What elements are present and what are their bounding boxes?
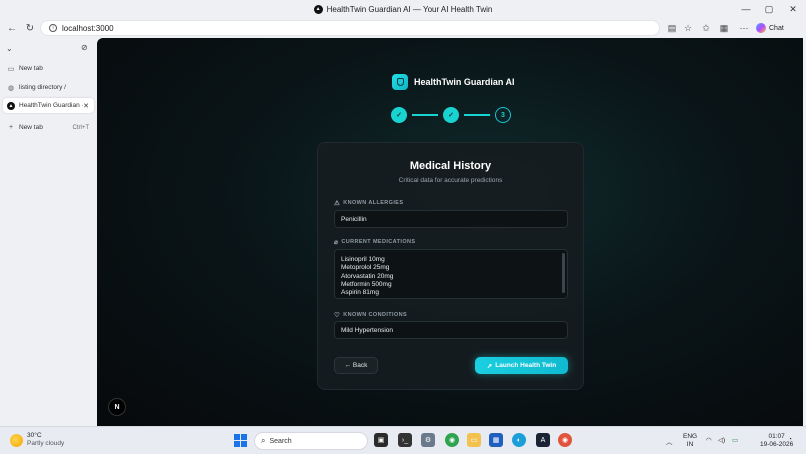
lang-region: IN (686, 441, 694, 448)
lang-code: ENG (683, 433, 698, 440)
copilot-chat-button[interactable]: Chat (756, 21, 784, 35)
maximize-button[interactable]: ▢ (757, 0, 781, 18)
ai-app-icon[interactable]: A (536, 433, 550, 447)
brand-name: HealthTwin Guardian AI (414, 77, 515, 87)
copilot-icon (756, 23, 766, 33)
wifi-icon[interactable]: ◠ (706, 436, 712, 444)
settings-gear-icon[interactable]: ⚙ (421, 433, 435, 447)
chat-label: Chat (769, 24, 784, 32)
close-window-button[interactable]: ✕ (781, 0, 805, 18)
edge-browser-icon[interactable]: ◐ (512, 433, 526, 447)
medication-line: Aspirin 81mg (341, 289, 379, 297)
language-indicator[interactable]: ENG IN (683, 433, 697, 449)
app-favicon-icon: ▲ (7, 101, 15, 110)
step-2-check-icon: ✓ (443, 107, 459, 123)
textarea-scrollbar[interactable] (562, 253, 565, 293)
step-connector (412, 114, 438, 116)
minimize-button[interactable]: — (734, 0, 758, 18)
window-title-bar: ▲ HealthTwin Guardian AI — Your AI Healt… (0, 0, 806, 18)
allergies-label-text: KNOWN ALLERGIES (343, 200, 404, 206)
chevron-down-icon[interactable]: ⌄ (6, 44, 13, 53)
task-view-icon[interactable]: ▣ (374, 433, 388, 447)
medical-history-card: Medical History Critical data for accura… (317, 142, 584, 390)
conditions-input[interactable]: Mild Hypertension (334, 321, 568, 339)
shield-icon (392, 74, 408, 90)
medications-label-text: CURRENT MEDICATIONS (341, 239, 416, 245)
vertical-tabs-sidebar: ⌄ ⊘ ▭ New tab ◍ listing directory / ▲ He… (0, 38, 97, 426)
weather-condition: Partly cloudy (27, 440, 65, 447)
nextjs-dev-badge[interactable]: N (108, 398, 126, 416)
favorite-star-icon[interactable]: ☆ (680, 20, 696, 36)
medication-line: Atorvastatin 20mg (341, 272, 394, 280)
medications-label: ⌀ CURRENT MEDICATIONS (334, 238, 415, 246)
globe-icon: ◍ (7, 84, 15, 92)
weather-widget[interactable]: 30°C Partly cloudy (10, 432, 64, 448)
chrome-icon[interactable]: ◉ (558, 433, 572, 447)
search-icon: ⌕ (261, 436, 266, 445)
sidebar-item-label: HealthTwin Guardian · (19, 102, 84, 109)
app-favicon-icon: ▲ (313, 4, 323, 14)
sidebar-item-new-tab[interactable]: ▭ New tab (3, 61, 94, 76)
collections-icon[interactable]: ▦ (716, 20, 732, 36)
search-label: Search (269, 437, 292, 445)
site-info-icon[interactable]: i (49, 24, 57, 32)
medication-line: Metformin 500mg (341, 280, 392, 288)
pin-off-icon[interactable]: ⊘ (81, 43, 88, 52)
terminal-icon[interactable]: ›_ (398, 433, 412, 447)
battery-icon[interactable]: ▭ (732, 436, 738, 444)
sidebar-item-label: New tab (19, 124, 43, 131)
rocket-icon: ➚ (486, 362, 493, 370)
step-1-check-icon: ✓ (391, 107, 407, 123)
heart-icon: ♡ (334, 312, 341, 319)
windows-taskbar: 30°C Partly cloudy ⌕ Search ▣ ›_ ⚙ ◉ ▭ ▦… (0, 426, 806, 454)
favorites-icon[interactable]: ✩ (698, 20, 714, 36)
sidebar-item-label: New tab (19, 65, 43, 72)
medications-textarea[interactable]: Lisinopril 10mg Metoprolol 25mg Atorvast… (334, 249, 568, 299)
reading-view-icon[interactable]: ▤ (664, 20, 680, 36)
app-brand: HealthTwin Guardian AI (392, 74, 515, 90)
allergies-input[interactable]: Penicillin (334, 210, 568, 228)
chevron-up-icon[interactable]: ︿ (666, 436, 673, 446)
partly-cloudy-icon (10, 433, 23, 447)
step-3-indicator: 3 (495, 107, 511, 123)
step-connector (464, 114, 490, 116)
tab-page-icon: ▭ (7, 65, 15, 73)
taskbar-search[interactable]: ⌕ Search (254, 432, 368, 450)
refresh-icon[interactable]: ↻ (20, 18, 40, 38)
card-title: Medical History (409, 160, 492, 172)
shortcut-hint: Ctrl+T (72, 124, 90, 131)
sidebar-item-listing-directory[interactable]: ◍ listing directory / (3, 80, 94, 95)
page-viewport: HealthTwin Guardian AI ✓ ✓ 3 Medical His… (97, 38, 803, 426)
launch-health-twin-button[interactable]: ➚ Launch Health Twin (475, 357, 568, 374)
store-icon[interactable]: ▦ (489, 433, 503, 447)
back-button[interactable]: ← Back (334, 357, 378, 374)
chrome-dev-icon[interactable]: ◉ (445, 433, 459, 447)
allergies-label: ⚠ KNOWN ALLERGIES (334, 199, 403, 207)
more-menu-icon[interactable]: ⋯ (736, 20, 752, 36)
notification-bell-icon[interactable]: ◔ (788, 436, 792, 443)
medication-line: Lisinopril 10mg (341, 256, 385, 263)
warning-icon: ⚠ (334, 200, 341, 207)
launch-label: Launch Health Twin (495, 362, 557, 369)
sidebar-item-healthtwin[interactable]: ▲ HealthTwin Guardian · ✕ (3, 98, 94, 113)
volume-icon[interactable]: ◁) (718, 436, 725, 444)
sidebar-item-add-tab[interactable]: + New tab Ctrl+T (3, 120, 94, 135)
card-subtitle: Critical data for accurate predictions (398, 177, 503, 184)
back-arrow-icon[interactable]: ← (2, 18, 22, 38)
medication-line: Metoprolol 25mg (341, 264, 390, 272)
address-bar[interactable]: i localhost:3000 (40, 20, 660, 36)
url-text: localhost:3000 (62, 23, 114, 33)
file-explorer-icon[interactable]: ▭ (467, 433, 481, 447)
window-title: HealthTwin Guardian AI — Your AI Health … (326, 4, 493, 14)
close-tab-icon[interactable]: ✕ (83, 102, 89, 110)
pill-icon: ⌀ (334, 239, 339, 246)
weather-temp: 30°C (27, 432, 42, 439)
progress-stepper: ✓ ✓ 3 (391, 107, 511, 123)
plus-icon: + (8, 124, 14, 131)
sidebar-item-label: listing directory / (19, 84, 66, 91)
conditions-label-text: KNOWN CONDITIONS (343, 312, 408, 318)
windows-start-icon[interactable] (234, 434, 247, 447)
conditions-label: ♡ KNOWN CONDITIONS (334, 311, 407, 319)
